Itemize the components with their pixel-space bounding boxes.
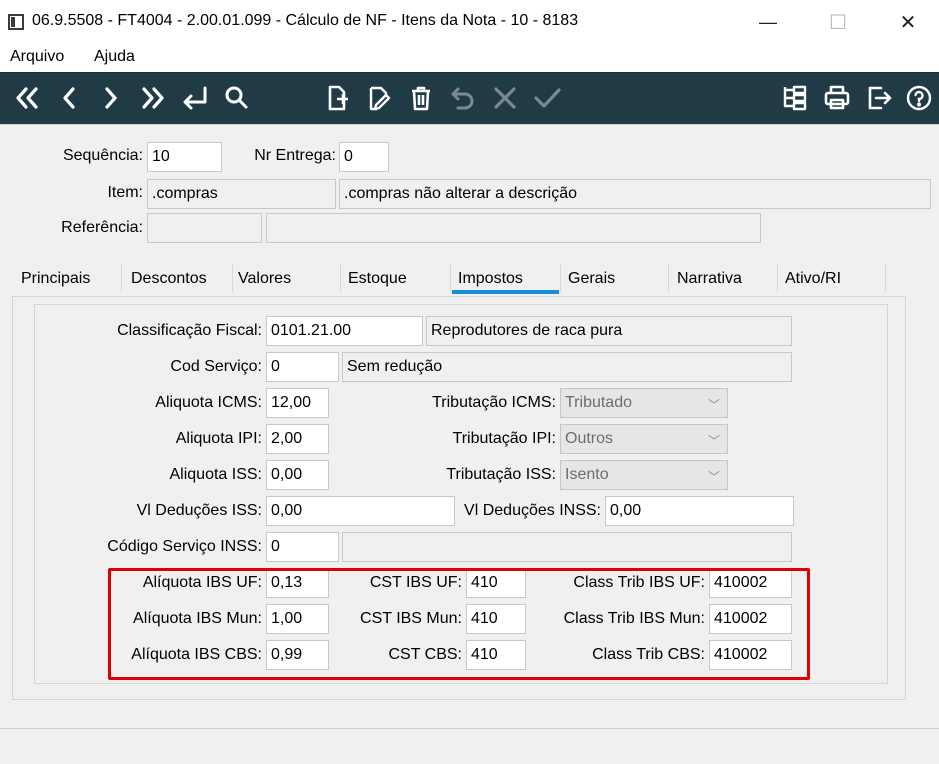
tab-divider <box>340 264 341 292</box>
cod-servico-label: Cod Serviço: <box>170 358 262 375</box>
highlight-box <box>108 568 810 680</box>
tab-divider <box>560 264 561 292</box>
tab-narrativa[interactable]: Narrativa <box>677 270 742 288</box>
menu-ajuda[interactable]: Ajuda <box>94 48 135 66</box>
cod-servico-field[interactable]: 0 <box>266 352 339 382</box>
tab-divider <box>232 264 233 292</box>
next-icon[interactable] <box>92 79 130 117</box>
chevron-down-icon: ﹀ <box>707 434 720 448</box>
help-icon[interactable] <box>900 79 938 117</box>
close-button[interactable]: ✕ <box>885 0 931 44</box>
cod-servico-description: Sem redução <box>342 352 792 382</box>
delete-icon[interactable] <box>402 79 440 117</box>
nr-entrega-field[interactable]: 0 <box>339 142 389 172</box>
tab-ativo-ri[interactable]: Ativo/RI <box>785 270 841 288</box>
item-code-field[interactable]: .compras <box>147 179 336 209</box>
referencia-label: Referência: <box>61 219 143 236</box>
aliquota-iss-label: Aliquota ISS: <box>169 466 263 483</box>
aliquota-ipi-field[interactable]: 2,00 <box>266 424 329 454</box>
tab-divider <box>450 264 451 292</box>
aliquota-icms-field[interactable]: 12,00 <box>266 388 329 418</box>
tributacao-ipi-label: Tributação IPI: <box>452 430 556 447</box>
classificacao-fiscal-field[interactable]: 0101.21.00 <box>266 316 423 346</box>
tributacao-ipi-value: Outros <box>565 430 614 447</box>
active-tab-indicator <box>452 290 559 294</box>
aliquota-icms-label: Aliquota ICMS: <box>155 394 262 411</box>
tributacao-icms-label: Tributação ICMS: <box>432 394 556 411</box>
sequencia-label: Sequência: <box>62 147 143 164</box>
window-title: 06.9.5508 - FT4004 - 2.00.01.099 - Cálcu… <box>32 12 579 29</box>
return-icon[interactable] <box>176 79 214 117</box>
codigo-servico-inss-field[interactable]: 0 <box>266 532 339 562</box>
title-bar: 06.9.5508 - FT4004 - 2.00.01.099 - Cálcu… <box>0 0 939 44</box>
classificacao-fiscal-label: Classificação Fiscal: <box>117 322 262 339</box>
chevron-down-icon: ﹀ <box>707 398 720 412</box>
item-description-field[interactable]: .compras não alterar a descrição <box>339 179 931 209</box>
tab-impostos[interactable]: Impostos <box>458 270 523 288</box>
menu-bar: Arquivo Ajuda <box>0 44 939 72</box>
codigo-servico-inss-description <box>342 532 792 562</box>
tree-icon[interactable] <box>776 79 814 117</box>
sequencia-field[interactable]: 10 <box>147 142 222 172</box>
last-icon[interactable] <box>134 79 172 117</box>
aliquota-iss-field[interactable]: 0,00 <box>266 460 329 490</box>
exit-icon[interactable] <box>860 79 898 117</box>
app-icon <box>8 14 24 30</box>
vl-deducoes-inss-label: Vl Deduções INSS: <box>464 502 601 519</box>
tributacao-iss-select[interactable]: Isento ﹀ <box>560 460 728 490</box>
tab-divider <box>885 264 886 292</box>
print-icon[interactable] <box>818 79 856 117</box>
minimize-button[interactable]: — <box>745 0 791 44</box>
vl-deducoes-iss-field[interactable]: 0,00 <box>266 496 455 526</box>
aliquota-ipi-label: Aliquota IPI: <box>175 430 262 447</box>
new-icon[interactable] <box>318 79 356 117</box>
tributacao-iss-label: Tributação ISS: <box>446 466 556 483</box>
previous-icon[interactable] <box>50 79 88 117</box>
tributacao-iss-value: Isento <box>565 466 609 483</box>
tributacao-icms-value: Tributado <box>565 394 632 411</box>
tab-estoque[interactable]: Estoque <box>348 270 407 288</box>
referencia-field[interactable] <box>147 213 262 243</box>
tab-valores[interactable]: Valores <box>238 270 291 288</box>
tributacao-ipi-select[interactable]: Outros ﹀ <box>560 424 728 454</box>
classificacao-fiscal-description: Reprodutores de raca pura <box>426 316 792 346</box>
tab-divider <box>121 264 122 292</box>
tab-divider <box>668 264 669 292</box>
item-label: Item: <box>107 184 143 201</box>
tab-gerais[interactable]: Gerais <box>568 270 615 288</box>
cancel-icon[interactable] <box>486 79 524 117</box>
nr-entrega-label: Nr Entrega: <box>254 147 336 164</box>
tributacao-icms-select[interactable]: Tributado ﹀ <box>560 388 728 418</box>
tab-descontos[interactable]: Descontos <box>131 270 207 288</box>
tab-principais[interactable]: Principais <box>21 270 90 288</box>
confirm-icon[interactable] <box>528 79 566 117</box>
codigo-servico-inss-label: Código Serviço INSS: <box>107 538 262 555</box>
chevron-down-icon: ﹀ <box>707 470 720 484</box>
vl-deducoes-inss-field[interactable]: 0,00 <box>605 496 794 526</box>
toolbar <box>0 72 939 124</box>
vl-deducoes-iss-label: Vl Deduções ISS: <box>136 502 262 519</box>
maximize-button[interactable]: ☐ <box>815 0 861 44</box>
undo-icon[interactable] <box>444 79 482 117</box>
first-icon[interactable] <box>8 79 46 117</box>
edit-icon[interactable] <box>360 79 398 117</box>
referencia-description-field[interactable] <box>266 213 761 243</box>
search-icon[interactable] <box>218 79 256 117</box>
tab-strip: Principais Descontos Valores Estoque Imp… <box>0 262 939 298</box>
tab-divider <box>777 264 778 292</box>
menu-arquivo[interactable]: Arquivo <box>10 48 64 66</box>
status-bar <box>0 728 939 764</box>
